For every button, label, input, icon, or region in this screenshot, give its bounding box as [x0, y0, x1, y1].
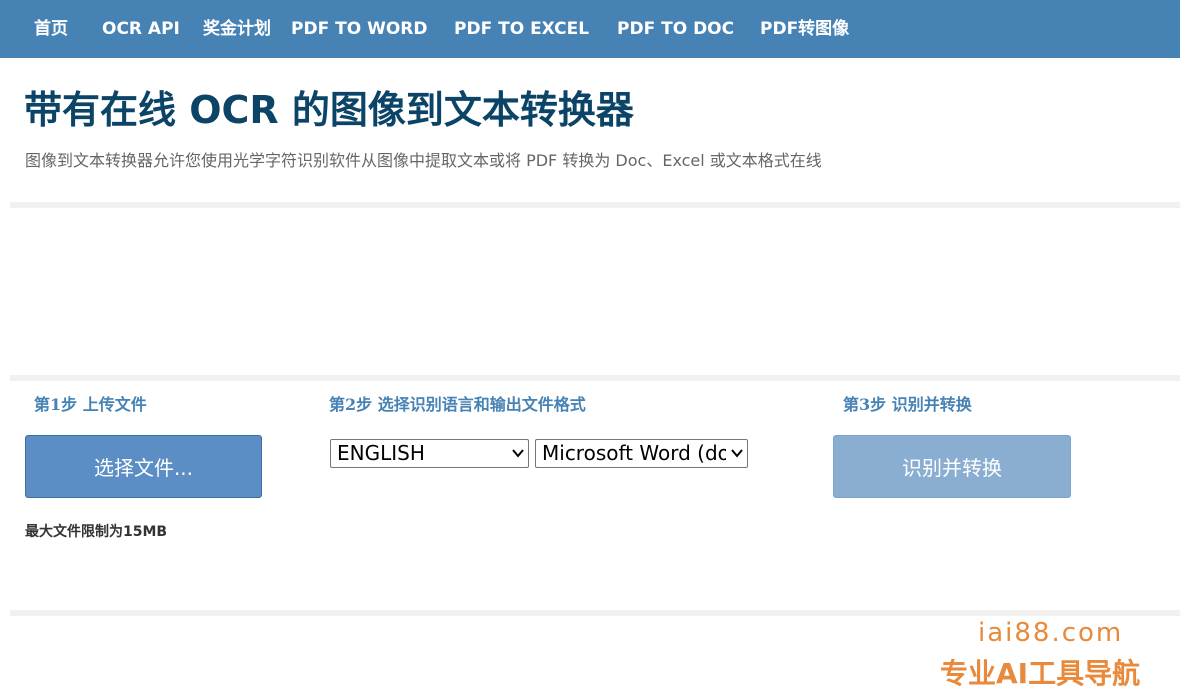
recognize-convert-button[interactable]: 识别并转换 [833, 435, 1071, 498]
nav-pdf-to-word[interactable]: PDF TO WORD [291, 0, 427, 58]
file-size-limit: 最大文件限制为15MB [25, 524, 168, 540]
choose-file-label: 选择文件... [93, 456, 194, 480]
separator-middle [10, 375, 1180, 381]
chevron-down-icon [731, 449, 743, 458]
page-subtitle: 图像到文本转换器允许您使用光学字符识别软件从图像中提取文本或将 PDF 转换为 … [25, 151, 822, 170]
top-navbar: 首页 OCR API 奖金计划 PDF TO WORD PDF TO EXCEL… [0, 0, 1180, 58]
step2-label: 第2步 选择识别语言和输出文件格式 [329, 395, 586, 414]
choose-file-button[interactable]: 选择文件... [25, 435, 262, 498]
nav-bonus-plan[interactable]: 奖金计划 [203, 0, 271, 58]
page-title: 带有在线 OCR 的图像到文本转换器 [24, 88, 634, 132]
recognize-convert-label: 识别并转换 [902, 456, 1002, 480]
watermark-site: iai88.com [978, 618, 1124, 648]
nav-pdf-to-doc[interactable]: PDF TO DOC [617, 0, 734, 58]
chevron-down-icon [512, 449, 524, 458]
separator-bottom [10, 610, 1180, 616]
step1-label: 第1步 上传文件 [34, 395, 147, 414]
language-select[interactable]: ENGLISH [330, 439, 529, 468]
format-select-value: Microsoft Word (docx) [542, 441, 726, 465]
nav-pdf-to-image[interactable]: PDF转图像 [760, 0, 849, 58]
nav-ocr-api[interactable]: OCR API [102, 0, 180, 58]
language-select-value: ENGLISH [337, 441, 425, 465]
step3-label: 第3步 识别并转换 [843, 395, 972, 414]
nav-home[interactable]: 首页 [34, 0, 68, 58]
separator-top [10, 202, 1180, 208]
nav-pdf-to-excel[interactable]: PDF TO EXCEL [454, 0, 589, 58]
watermark-tagline: 专业AI工具导航 [940, 657, 1141, 690]
format-select[interactable]: Microsoft Word (docx) [535, 439, 748, 468]
